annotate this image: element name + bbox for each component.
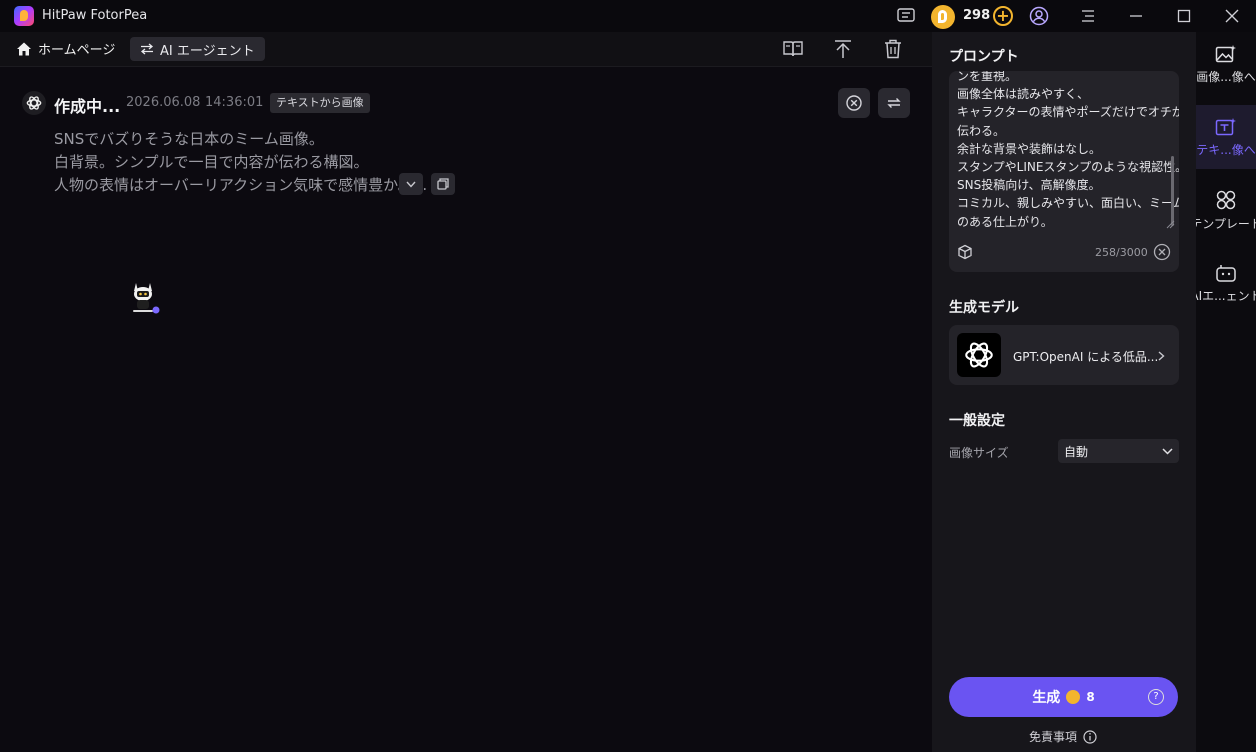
prompt-text-line: スタンプやLINEスタンプのような視認性。 xyxy=(957,160,1179,175)
refresh-icon xyxy=(887,98,901,108)
account-icon[interactable] xyxy=(1029,6,1049,26)
task-time: 14:36:01 xyxy=(205,95,264,110)
template-icon xyxy=(1216,190,1236,209)
title-bar xyxy=(0,0,1256,32)
copy-button[interactable] xyxy=(431,173,455,195)
prompt-line: 人物の表情はオーバーリアクション気味で感情豊か。... xyxy=(54,176,428,194)
prompt-scrollbar[interactable] xyxy=(1171,156,1174,226)
image-icon xyxy=(1215,44,1236,62)
cube-icon[interactable] xyxy=(957,244,973,264)
task-status: 作成中... xyxy=(54,97,121,116)
generate-cost: 8 xyxy=(1086,690,1095,704)
text-image-icon xyxy=(1215,117,1236,135)
chevron-right-icon xyxy=(1158,350,1165,365)
generate-button[interactable]: 生成 8 xyxy=(949,677,1178,717)
nav-ai-agent[interactable]: AIエ...ェント xyxy=(1196,251,1256,315)
nav-label: テキ...像へ xyxy=(1196,142,1256,157)
cancel-button[interactable] xyxy=(838,88,870,118)
home-label: ホームページ xyxy=(38,43,116,58)
close-icon[interactable] xyxy=(1222,6,1242,26)
coin-icon[interactable] xyxy=(931,5,955,29)
home-icon xyxy=(17,42,31,55)
loading-mascot-icon xyxy=(128,277,160,317)
model-name: GPT:OpenAI による低品... xyxy=(1013,350,1159,364)
menu-icon[interactable] xyxy=(1078,6,1098,26)
copy-icon xyxy=(437,178,449,190)
app-logo-icon xyxy=(14,6,34,26)
nav-label: AIエ...ェント xyxy=(1196,288,1256,303)
cancel-icon xyxy=(846,95,862,111)
prompt-line: 白背景。シンプルで一目で内容が伝わる構図。 xyxy=(54,153,369,171)
disclaimer-label: 免責事項 xyxy=(1029,730,1078,744)
coin-count: 298 xyxy=(963,8,991,23)
prompt-text-line: 伝わる。 xyxy=(957,123,1006,138)
image-size-label: 画像サイズ xyxy=(949,446,1009,460)
nav-templates[interactable]: テンプレート xyxy=(1196,178,1256,242)
chevron-down-icon xyxy=(1162,447,1173,455)
prompt-text-line: 余計な背景や装飾はなし。 xyxy=(957,141,1102,156)
prompt-section-title: プロンプト xyxy=(949,49,1019,65)
maximize-icon[interactable] xyxy=(1174,6,1194,26)
image-size-value: 自動 xyxy=(1064,444,1089,459)
char-counter: 258/3000 xyxy=(1095,246,1148,259)
robot-icon xyxy=(1216,264,1236,282)
clear-prompt-icon[interactable] xyxy=(1153,243,1171,265)
coin-icon xyxy=(1066,690,1081,704)
trash-icon[interactable] xyxy=(882,38,904,60)
chevron-down-icon xyxy=(406,181,416,188)
switch-icon xyxy=(140,43,154,55)
resize-handle-icon[interactable] xyxy=(1165,218,1175,233)
prompt-text-line: キャラクターの表情やポーズだけでオチが xyxy=(957,105,1179,120)
retry-button[interactable] xyxy=(878,88,910,118)
model-section-title: 生成モデル xyxy=(949,300,1019,316)
ai-agent-label: AI エージェント xyxy=(160,43,255,59)
task-type-tag: テキストから画像 xyxy=(270,93,370,113)
upload-icon[interactable] xyxy=(832,38,854,60)
prompt-text-line: コミカル、親しみやすい、面白い、ミーム感 xyxy=(957,196,1179,211)
disclaimer-link[interactable]: 免責事項 xyxy=(1029,728,1097,745)
help-icon[interactable]: ? xyxy=(1148,689,1164,705)
prompt-text-line: 画像全体は読みやすく、 xyxy=(957,87,1090,102)
message-icon[interactable] xyxy=(896,6,916,26)
nav-label: テンプレート xyxy=(1196,216,1256,231)
general-settings-title: 一般設定 xyxy=(949,413,1005,429)
prompt-line: SNSでバズりそうな日本のミーム画像。 xyxy=(54,130,324,148)
image-size-select[interactable]: 自動 xyxy=(1058,439,1179,463)
app-title: HitPaw FotorPea xyxy=(42,8,148,23)
info-icon xyxy=(1083,729,1097,744)
prompt-text-line: ンを重視。 xyxy=(957,71,1018,83)
add-coins-icon[interactable]: + xyxy=(993,6,1013,26)
nav-text-to-image[interactable]: テキ...像へ xyxy=(1196,105,1256,169)
prompt-text: ンを重視。 画像全体は読みやすく、 キャラクターの表情やポーズだけでオチが 伝わ… xyxy=(957,71,1179,231)
prompt-textarea[interactable]: ンを重視。 画像全体は読みやすく、 キャラクターの表情やポーズだけでオチが 伝わ… xyxy=(949,71,1179,272)
openai-icon xyxy=(22,91,46,115)
home-button[interactable]: ホームページ xyxy=(16,39,115,58)
nav-label: 画像...像へ xyxy=(1196,69,1256,84)
task-date: 2026.06.08 xyxy=(126,95,201,110)
nav-image-to-image[interactable]: 画像...像へ xyxy=(1196,32,1256,96)
minimize-icon[interactable] xyxy=(1126,6,1146,26)
expand-button[interactable] xyxy=(399,173,423,195)
prompt-text-line: のある仕上がり。 xyxy=(957,214,1053,229)
generate-label: 生成 xyxy=(1032,690,1061,706)
ai-agent-button[interactable]: AI エージェント xyxy=(130,37,265,61)
prompt-text-line: SNS投稿向け、高解像度。 xyxy=(957,178,1101,193)
openai-model-icon xyxy=(957,333,1001,377)
book-icon[interactable] xyxy=(782,38,804,60)
